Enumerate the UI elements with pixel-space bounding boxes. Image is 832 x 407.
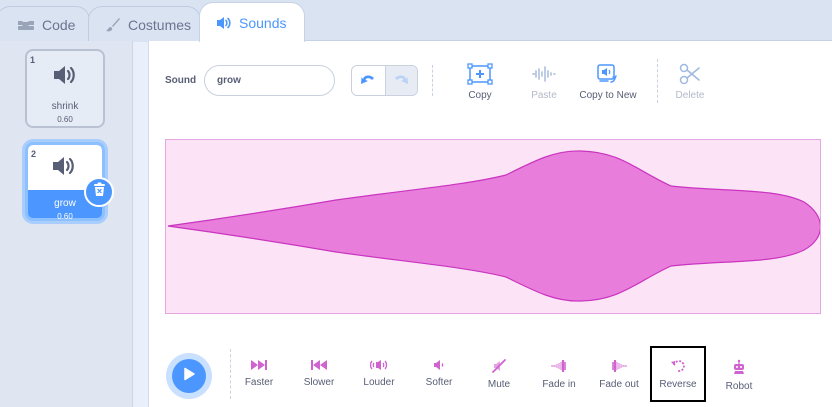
louder-icon (351, 359, 407, 371)
softer-icon (411, 359, 467, 371)
tab-sounds[interactable]: Sounds (199, 2, 305, 42)
effect-label: Slower (303, 377, 335, 388)
speaker-icon (52, 156, 76, 181)
speaker-icon (216, 16, 232, 30)
undo-icon (360, 72, 376, 90)
play-button[interactable] (166, 353, 212, 399)
mute-icon (471, 359, 527, 373)
sound-list: 1 shrink 0.60 2 grow 0.60 (0, 41, 133, 407)
copy-label: Copy (468, 90, 492, 101)
brush-icon (105, 17, 121, 33)
reverse-icon (652, 359, 704, 373)
delete-label: Delete (675, 90, 705, 101)
tab-label: Costumes (128, 16, 192, 33)
paste-button[interactable]: Paste (512, 63, 576, 101)
effect-mute-button[interactable]: Mute (471, 359, 527, 390)
effect-label: Robot (725, 381, 753, 392)
effect-softer-button[interactable]: Softer (411, 359, 467, 388)
play-button-inner (172, 359, 206, 393)
delete-button[interactable]: Delete (658, 63, 722, 101)
effect-faster-button[interactable]: Faster (231, 359, 287, 388)
trash-icon (93, 182, 106, 202)
copy-to-new-label: Copy to New (579, 90, 637, 101)
effect-label: Mute (487, 379, 511, 390)
undo-button[interactable] (352, 66, 385, 95)
tab-label: Sounds (239, 14, 287, 31)
editor-tab-bar: Code Costumes Sounds (0, 0, 832, 42)
copy-icon (448, 63, 512, 85)
sound-item-size: 0.60 (57, 212, 73, 221)
robot-icon (711, 359, 767, 375)
speaker-icon (53, 65, 77, 90)
tab-costumes[interactable]: Costumes (88, 6, 201, 42)
effect-label: Reverse (659, 379, 697, 390)
sound-item-number: 1 (30, 55, 36, 65)
effect-reverse-button[interactable]: Reverse (650, 346, 706, 402)
delete-sound-button[interactable] (84, 177, 114, 207)
sound-item-number: 2 (31, 149, 37, 159)
effect-label: Louder (363, 377, 395, 388)
effect-label: Fade in (542, 379, 576, 390)
copy-to-new-button[interactable]: Copy to New (576, 63, 640, 101)
effect-label: Faster (244, 377, 274, 388)
effect-robot-button[interactable]: Robot (711, 359, 767, 392)
scissors-icon (658, 63, 722, 85)
tab-label: Code (42, 16, 76, 33)
sound-item-shrink[interactable]: 1 shrink 0.60 (25, 49, 105, 128)
copy-to-new-icon (576, 63, 640, 85)
effect-label: Fade out (599, 379, 639, 390)
redo-icon (393, 72, 409, 90)
sound-name-input[interactable] (204, 65, 335, 96)
paste-label: Paste (531, 90, 557, 101)
effect-slower-button[interactable]: Slower (291, 359, 347, 388)
fade-out-icon (591, 359, 647, 373)
sound-item-size: 0.60 (57, 115, 73, 124)
toolbar-divider (432, 65, 433, 96)
undo-redo-group (351, 65, 418, 96)
slower-icon (291, 359, 347, 371)
sound-item-name: shrink (51, 101, 79, 112)
code-icon (17, 19, 35, 31)
sound-name-label: Sound (165, 75, 197, 86)
sound-editor: Sound Copy Paste Copy to New (148, 41, 832, 407)
effect-label: Softer (425, 377, 453, 388)
effect-louder-button[interactable]: Louder (351, 359, 407, 388)
fade-in-icon (531, 359, 587, 373)
effect-fade-in-button[interactable]: Fade in (531, 359, 587, 390)
paste-icon (512, 63, 576, 85)
redo-button[interactable] (384, 66, 417, 95)
waveform (167, 150, 820, 302)
faster-icon (231, 359, 287, 371)
play-icon (182, 367, 196, 386)
waveform-editor[interactable] (165, 139, 821, 314)
effect-fade-out-button[interactable]: Fade out (591, 359, 647, 390)
copy-button[interactable]: Copy (448, 63, 512, 101)
tab-code[interactable]: Code (0, 6, 90, 42)
